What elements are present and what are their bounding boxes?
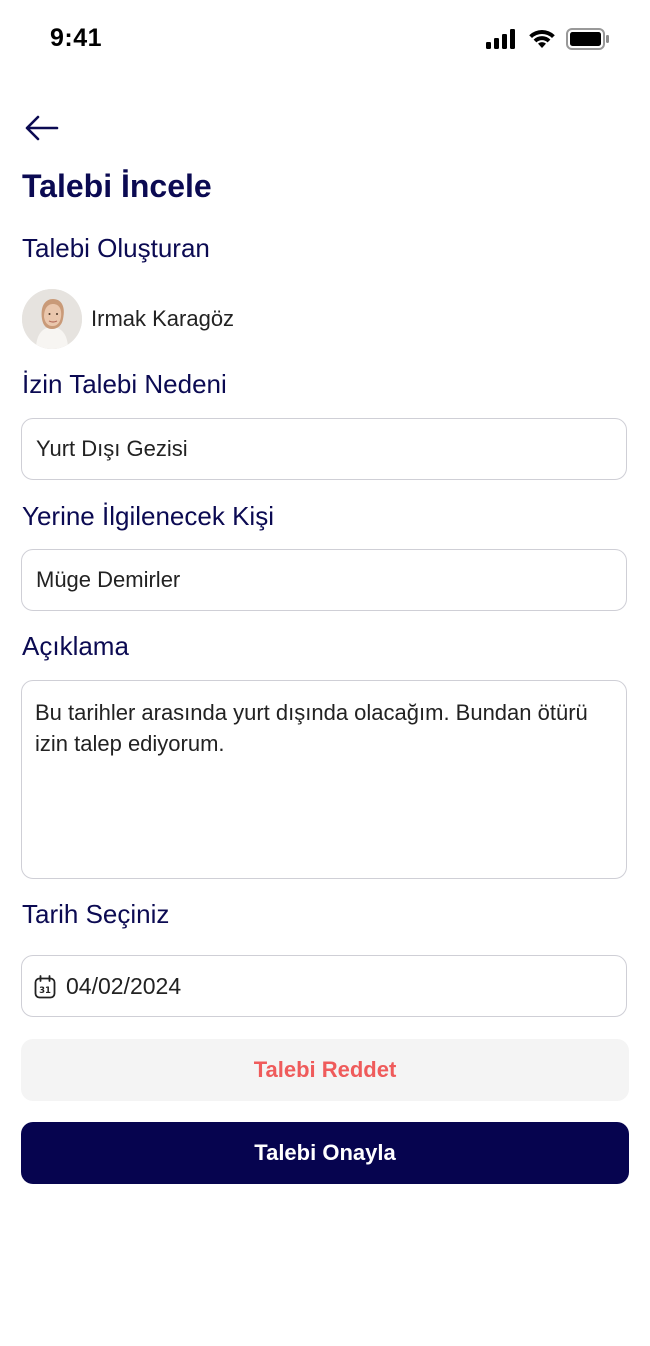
status-icons — [486, 28, 610, 50]
description-textarea[interactable]: Bu tarihler arasında yurt dışında olacağ… — [21, 680, 627, 879]
reason-value: Yurt Dışı Gezisi — [36, 436, 188, 461]
battery-icon — [566, 28, 609, 50]
wifi-icon — [529, 30, 555, 48]
cellular-signal-icon — [486, 29, 515, 49]
calendar-icon-day: 31 — [39, 986, 51, 996]
date-label: Tarih Seçiniz — [22, 899, 170, 929]
substitute-label: Yerine İlgilenecek Kişi — [22, 501, 274, 531]
arrow-left-icon — [25, 115, 59, 141]
status-time: 9:41 — [50, 24, 103, 52]
creator-label: Talebi Oluşturan — [22, 233, 210, 263]
creator-name: Irmak Karagöz — [91, 306, 235, 331]
substitute-field[interactable]: Müge Demirler — [21, 549, 627, 611]
page-title: Talebi İncele — [22, 168, 212, 204]
reject-button[interactable]: Talebi Reddet — [21, 1039, 629, 1101]
reason-field[interactable]: Yurt Dışı Gezisi — [21, 418, 627, 480]
substitute-value: Müge Demirler — [36, 567, 181, 592]
description-value: Bu tarihler arasında yurt dışında olacağ… — [35, 700, 588, 756]
avatar — [22, 289, 82, 349]
date-value: 04/02/2024 — [66, 973, 182, 999]
approve-button[interactable]: Talebi Onayla — [21, 1122, 629, 1184]
back-button[interactable] — [22, 108, 62, 148]
status-bar: 9:41 — [0, 0, 650, 80]
date-field[interactable]: 31 04/02/2024 — [21, 955, 627, 1017]
calendar-icon: 31 — [34, 975, 56, 999]
creator-row: Irmak Karagöz — [22, 289, 234, 349]
reason-label: İzin Talebi Nedeni — [22, 369, 227, 399]
description-label: Açıklama — [22, 631, 129, 661]
